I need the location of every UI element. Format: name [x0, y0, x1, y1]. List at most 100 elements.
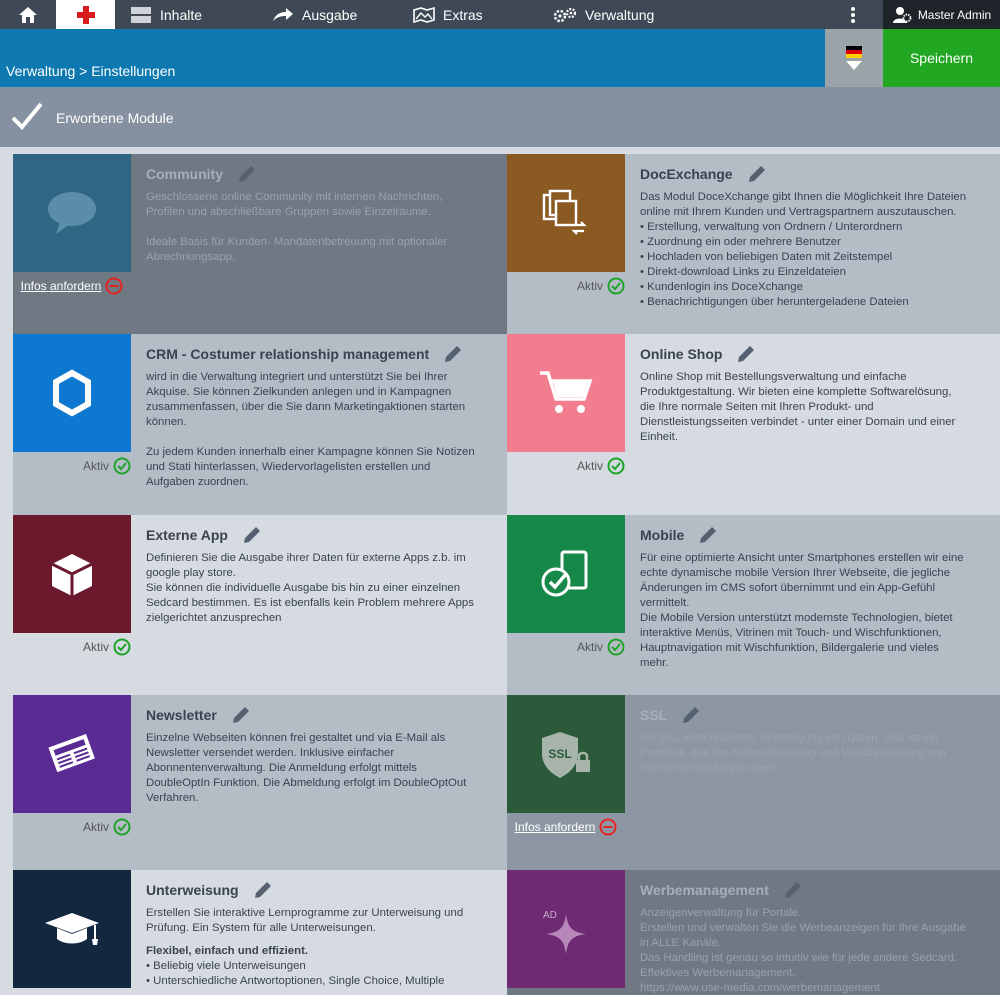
module-name: Newsletter: [146, 707, 217, 723]
module-card-docexchange: Aktiv DocExchange Das Modul DoceXchange …: [507, 154, 1000, 334]
module-body: Werbemanagement Anzeigenverwaltung für P…: [640, 880, 984, 995]
module-description: Das Modul DoceXchange gibt Ihnen die Mög…: [640, 191, 967, 308]
module-status: Aktiv: [13, 818, 131, 836]
more-menu-button[interactable]: [843, 0, 863, 29]
content-icon: [131, 6, 151, 23]
language-selector[interactable]: [825, 29, 883, 87]
user-menu[interactable]: Master Admin: [883, 0, 1000, 29]
module-icon-box: [13, 695, 131, 813]
minus-circle-icon: [599, 818, 617, 836]
user-gear-icon: [892, 6, 912, 23]
module-name: Externe App: [146, 527, 228, 543]
module-body: CRM - Costumer relationship management w…: [146, 344, 491, 490]
top-nav-bar: Inhalte Ausgabe Extras Verwaltung Master…: [0, 0, 1000, 29]
module-name: DocExchange: [640, 166, 733, 182]
minus-circle-icon: [105, 277, 123, 295]
module-description: Definieren Sie die Ausgabe ihrer Daten f…: [146, 552, 474, 624]
module-body: Online Shop Online Shop mit Bestellungsv…: [640, 344, 984, 445]
module-name: SSL: [640, 707, 668, 723]
module-feature-list: • Beliebig viele Unterweisungen • Unters…: [146, 960, 445, 987]
cube-icon: [51, 554, 93, 596]
pencil-icon[interactable]: [783, 880, 803, 900]
module-body: SSL Mit SSL verschüsselter Übertragung v…: [640, 705, 984, 776]
module-title: Mobile: [640, 525, 984, 545]
module-title: Newsletter: [146, 705, 491, 725]
module-body: DocExchange Das Modul DoceXchange gibt I…: [640, 164, 984, 310]
chat-bubble-icon: [48, 192, 96, 234]
module-name: Community: [146, 166, 223, 182]
pencil-icon[interactable]: [237, 164, 257, 184]
module-card-crm: Aktiv CRM - Costumer relationship manage…: [13, 334, 507, 515]
check-circle-icon: [607, 277, 625, 295]
request-info-link[interactable]: Infos anfordern: [515, 820, 596, 834]
module-description: Erstellen Sie interaktive Lernprogramme …: [146, 907, 464, 934]
nav-extras[interactable]: Extras: [413, 0, 483, 29]
svg-text:SSL: SSL: [548, 747, 571, 761]
breadcrumb: Verwaltung > Einstellungen: [6, 63, 176, 79]
module-status: Aktiv: [507, 277, 625, 295]
module-status: Infos anfordern: [507, 818, 625, 836]
pencil-icon[interactable]: [681, 705, 701, 725]
module-body: Mobile Für eine optimierte Ansicht unter…: [640, 525, 984, 671]
pencil-icon[interactable]: [698, 525, 718, 545]
check-circle-icon: [607, 638, 625, 656]
module-description: Einzelne Webseiten können frei gestaltet…: [146, 732, 467, 804]
pencil-icon[interactable]: [747, 164, 767, 184]
module-card-onlineshop: Aktiv Online Shop Online Shop mit Bestel…: [507, 334, 1000, 515]
module-highlight: Flexibel, einfach und effizient.: [146, 945, 309, 957]
hexagon-icon: [53, 369, 91, 417]
status-label: Aktiv: [82, 640, 109, 654]
status-label: Aktiv: [82, 459, 109, 473]
status-label: Aktiv: [576, 459, 603, 473]
status-label: Aktiv: [82, 820, 109, 834]
nav-inhalte[interactable]: Inhalte: [130, 0, 202, 29]
red-cross-icon: [76, 5, 95, 24]
module-card-newsletter: Aktiv Newsletter Einzelne Webseiten könn…: [13, 695, 507, 870]
status-label: Aktiv: [576, 640, 603, 654]
home-button[interactable]: [0, 0, 55, 29]
module-description: Mit SSL verschüsselter Übertragung von D…: [640, 732, 946, 774]
section-title: Erworbene Module: [56, 110, 174, 126]
module-card-community: Infos anfordern Community Geschlossene o…: [13, 154, 507, 334]
module-title: Externe App: [146, 525, 491, 545]
module-title: Werbemanagement: [640, 880, 984, 900]
nav-inhalte-label: Inhalte: [160, 6, 203, 23]
nav-verwaltung[interactable]: Verwaltung: [553, 0, 654, 29]
kebab-menu-icon: [851, 6, 855, 23]
nav-extras-label: Extras: [443, 6, 483, 23]
checkmark-icon: [11, 102, 43, 130]
module-icon-box: [507, 515, 625, 633]
status-label: Aktiv: [576, 279, 603, 293]
pencil-icon[interactable]: [253, 880, 273, 900]
module-status: Aktiv: [13, 457, 131, 475]
check-circle-icon: [113, 638, 131, 656]
module-name: Online Shop: [640, 346, 723, 362]
ad-label: AD: [543, 910, 557, 921]
request-info-link[interactable]: Infos anfordern: [21, 279, 102, 293]
module-body: Newsletter Einzelne Webseiten können fre…: [146, 705, 491, 806]
chevron-down-icon: [846, 61, 862, 70]
module-status: Aktiv: [507, 457, 625, 475]
module-name: Mobile: [640, 527, 685, 543]
pencil-icon[interactable]: [443, 344, 463, 364]
module-icon-box: [13, 515, 131, 633]
module-name: CRM - Costumer relationship management: [146, 346, 430, 362]
module-description: Für eine optimierte Ansicht unter Smartp…: [640, 552, 964, 669]
module-title: DocExchange: [640, 164, 984, 184]
graduation-cap-icon: [45, 913, 99, 945]
module-description: Anzeigenverwaltung für Portale. Erstelle…: [640, 907, 966, 994]
module-icon-box: [13, 334, 131, 452]
module-status: Infos anfordern: [13, 277, 131, 295]
german-flag-icon: [846, 46, 862, 58]
module-icon-box: AD: [507, 870, 625, 988]
add-button[interactable]: [56, 0, 115, 29]
module-body: Community Geschlossene online Community …: [146, 164, 491, 265]
pencil-icon[interactable]: [736, 344, 756, 364]
check-circle-icon: [113, 457, 131, 475]
module-title: Online Shop: [640, 344, 984, 364]
pencil-icon[interactable]: [231, 705, 251, 725]
save-button[interactable]: Speichern: [883, 29, 1000, 87]
module-grid: Infos anfordern Community Geschlossene o…: [0, 154, 1000, 995]
pencil-icon[interactable]: [242, 525, 262, 545]
nav-ausgabe[interactable]: Ausgabe: [272, 0, 357, 29]
